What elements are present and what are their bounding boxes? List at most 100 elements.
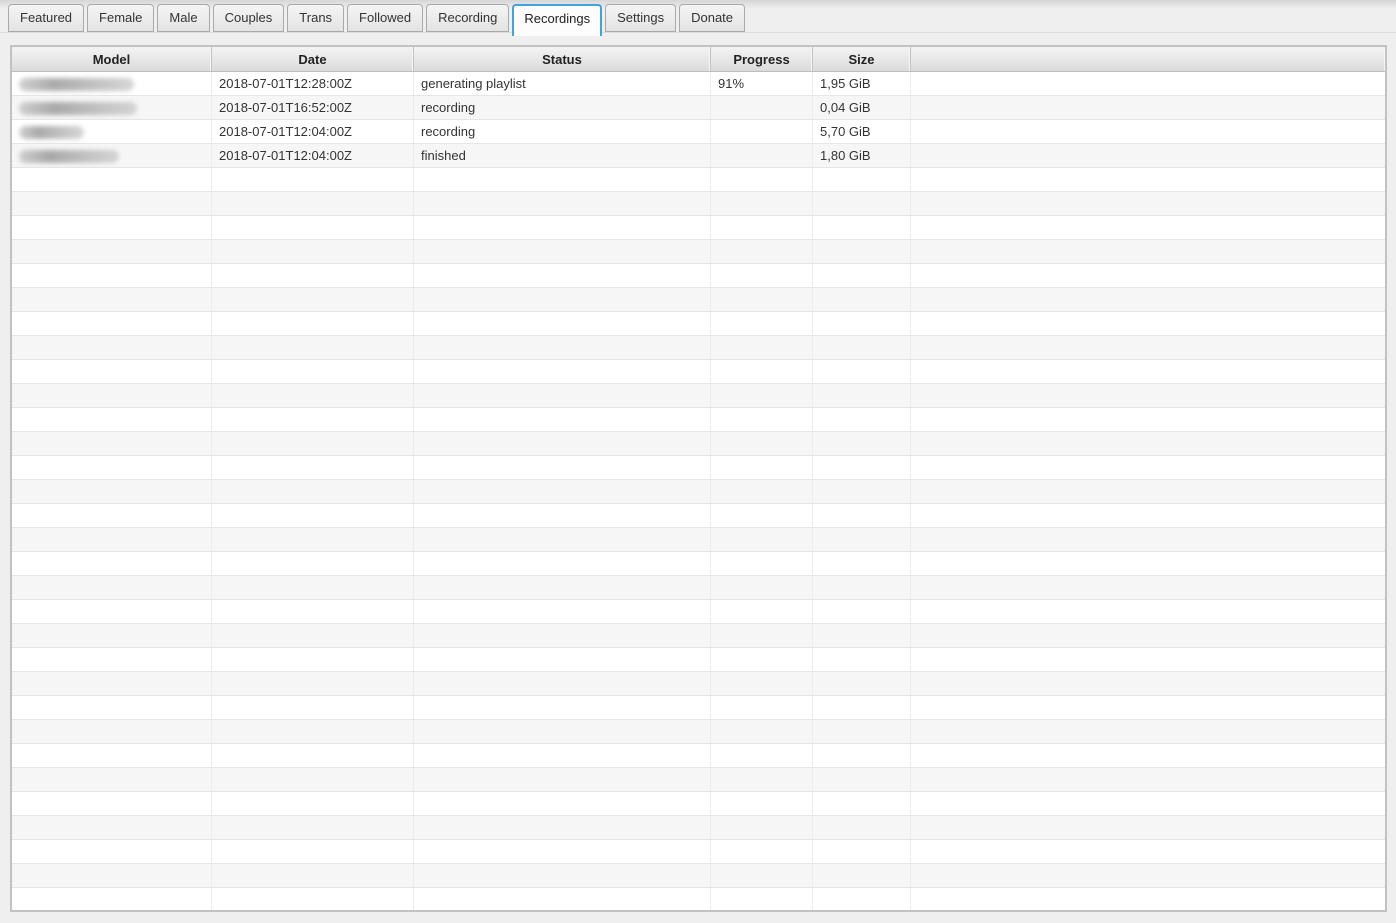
table-cell bbox=[212, 648, 414, 671]
empty-table-row bbox=[12, 576, 1385, 600]
cell-progress bbox=[711, 96, 813, 119]
empty-table-row bbox=[12, 432, 1385, 456]
table-row[interactable]: 2018-07-01T16:52:00Z recording 0,04 GiB bbox=[12, 96, 1385, 120]
tab-settings[interactable]: Settings bbox=[605, 4, 676, 32]
table-cell bbox=[813, 240, 911, 263]
table-cell bbox=[911, 864, 1385, 887]
tab-featured[interactable]: Featured bbox=[8, 4, 84, 32]
table-cell bbox=[12, 456, 212, 479]
empty-table-row bbox=[12, 264, 1385, 288]
table-cell bbox=[813, 768, 911, 791]
table-cell bbox=[212, 552, 414, 575]
table-cell bbox=[911, 264, 1385, 287]
table-row[interactable]: 2018-07-01T12:04:00Z recording 5,70 GiB bbox=[12, 120, 1385, 144]
cell-size: 1,95 GiB bbox=[813, 72, 911, 95]
column-header-date[interactable]: Date bbox=[212, 47, 414, 71]
table-cell bbox=[711, 792, 813, 815]
table-cell bbox=[12, 528, 212, 551]
column-header-model[interactable]: Model bbox=[12, 47, 212, 71]
tab-donate[interactable]: Donate bbox=[679, 4, 745, 32]
tab-female[interactable]: Female bbox=[87, 4, 154, 32]
table-cell bbox=[813, 576, 911, 599]
table-cell bbox=[813, 744, 911, 767]
cell-model bbox=[12, 144, 212, 167]
tab-followed[interactable]: Followed bbox=[347, 4, 423, 32]
empty-table-row bbox=[12, 888, 1385, 912]
table-cell bbox=[12, 360, 212, 383]
table-cell bbox=[711, 840, 813, 863]
table-cell bbox=[711, 168, 813, 191]
table-cell bbox=[12, 264, 212, 287]
tab-recording[interactable]: Recording bbox=[426, 4, 509, 32]
table-cell bbox=[813, 624, 911, 647]
table-cell bbox=[813, 360, 911, 383]
table-cell bbox=[911, 480, 1385, 503]
table-cell bbox=[711, 192, 813, 215]
table-row[interactable]: 2018-07-01T12:28:00Z generating playlist… bbox=[12, 72, 1385, 96]
tab-trans[interactable]: Trans bbox=[287, 4, 344, 32]
table-cell bbox=[911, 192, 1385, 215]
table-cell bbox=[813, 696, 911, 719]
table-cell bbox=[414, 432, 711, 455]
redacted-model-name bbox=[19, 78, 134, 91]
table-cell bbox=[212, 312, 414, 335]
table-row[interactable]: 2018-07-01T12:04:00Z finished 1,80 GiB bbox=[12, 144, 1385, 168]
table-cell bbox=[813, 408, 911, 431]
table-cell bbox=[813, 432, 911, 455]
table-cell bbox=[414, 672, 711, 695]
tab-male[interactable]: Male bbox=[157, 4, 209, 32]
table-cell bbox=[12, 432, 212, 455]
table-cell bbox=[212, 816, 414, 839]
cell-status: finished bbox=[414, 144, 711, 167]
empty-table-row bbox=[12, 768, 1385, 792]
table-cell bbox=[711, 888, 813, 911]
table-cell bbox=[12, 552, 212, 575]
table-cell bbox=[12, 192, 212, 215]
table-cell bbox=[911, 768, 1385, 791]
tab-couples[interactable]: Couples bbox=[213, 4, 285, 32]
table-cell bbox=[212, 792, 414, 815]
column-header-progress[interactable]: Progress bbox=[711, 47, 813, 71]
empty-table-row bbox=[12, 312, 1385, 336]
table-cell bbox=[212, 528, 414, 551]
table-cell bbox=[414, 288, 711, 311]
table-cell bbox=[711, 528, 813, 551]
tab-recordings[interactable]: Recordings bbox=[512, 4, 602, 36]
empty-table-row bbox=[12, 192, 1385, 216]
table-cell bbox=[212, 240, 414, 263]
table-cell bbox=[911, 456, 1385, 479]
column-header-size[interactable]: Size bbox=[813, 47, 911, 71]
table-cell bbox=[414, 840, 711, 863]
table-cell bbox=[414, 600, 711, 623]
cell-model bbox=[12, 72, 212, 95]
table-cell bbox=[813, 192, 911, 215]
table-cell bbox=[911, 408, 1385, 431]
table-cell bbox=[711, 432, 813, 455]
table-cell bbox=[711, 624, 813, 647]
cell-model bbox=[12, 96, 212, 119]
table-cell bbox=[212, 480, 414, 503]
table-cell bbox=[813, 864, 911, 887]
table-cell bbox=[813, 384, 911, 407]
empty-table-row bbox=[12, 480, 1385, 504]
table-cell bbox=[12, 384, 212, 407]
table-cell bbox=[414, 456, 711, 479]
table-cell bbox=[12, 168, 212, 191]
table-cell bbox=[911, 504, 1385, 527]
table-cell bbox=[911, 288, 1385, 311]
empty-table-row bbox=[12, 696, 1385, 720]
table-cell bbox=[212, 744, 414, 767]
table-cell bbox=[12, 792, 212, 815]
table-cell bbox=[813, 264, 911, 287]
table-cell bbox=[414, 312, 711, 335]
table-body: 2018-07-01T12:28:00Z generating playlist… bbox=[12, 72, 1385, 912]
column-header-status[interactable]: Status bbox=[414, 47, 711, 71]
table-cell bbox=[911, 336, 1385, 359]
table-cell bbox=[414, 336, 711, 359]
table-cell bbox=[12, 624, 212, 647]
table-cell bbox=[12, 480, 212, 503]
table-cell bbox=[711, 240, 813, 263]
empty-table-row bbox=[12, 792, 1385, 816]
table-cell bbox=[813, 312, 911, 335]
redacted-model-name bbox=[19, 102, 137, 115]
